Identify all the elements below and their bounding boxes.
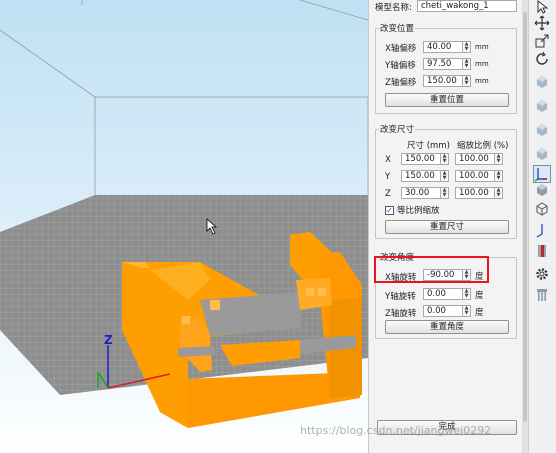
reset-position-button[interactable]: 重置位置 [385,93,509,107]
y-offset-input[interactable]: 97.50 [423,58,463,70]
reset-rotation-button[interactable]: 重置角度 [385,320,509,334]
scale-z-input[interactable]: 100.00 [455,187,495,199]
z-rotation-unit: 度 [475,308,484,318]
wireframe-view-icon[interactable] [532,199,552,219]
scale-x-input[interactable]: 100.00 [455,153,495,165]
viewport-3d[interactable]: Z [0,0,368,453]
size-x-spinner[interactable]: ▲ ▼ [440,153,449,165]
scale-y-spinner[interactable]: ▲ ▼ [494,170,503,182]
z-offset-input[interactable]: 150.00 [423,75,463,87]
position-title: 改变位置 [379,22,416,34]
scale-x-spinner[interactable]: ▲ ▼ [494,153,503,165]
size-y-spinner[interactable]: ▲ ▼ [440,170,449,182]
uniform-scale-checkbox[interactable]: ✓ [385,205,394,215]
move-icon[interactable] [532,13,552,33]
model-name-label: 模型名称: [375,3,412,13]
highlight-annotation [374,256,489,283]
model-name-row: 模型名称: [375,1,412,13]
y-rotation-label: Y轴旋转 [385,292,416,302]
z-rotation-spinner[interactable]: ▲ ▼ [462,305,471,317]
scale-y-input[interactable]: 100.00 [455,170,495,182]
cube-view-icon[interactable] [532,96,552,116]
x-offset-spinner[interactable]: ▲ ▼ [462,41,471,53]
properties-panel: 模型名称: cheti_wakong_1 改变位置 X轴偏移 40.00 ▲ ▼ … [368,0,522,453]
y-offset-unit: mm [475,60,489,68]
cube-view-icon[interactable] [532,120,552,140]
axis-line-icon[interactable] [532,220,552,240]
reset-size-button[interactable]: 重置尺寸 [385,220,509,234]
z-offset-label: Z轴偏移 [385,78,417,88]
uniform-scale-label: 等比例缩放 [397,206,440,216]
axis-z-label: Z [104,333,113,347]
x-offset-input[interactable]: 40.00 [423,41,463,53]
support-icon[interactable] [532,285,552,305]
size-column-header: 尺寸 (mm) [407,141,450,151]
z-rotation-label: Z轴旋转 [385,309,417,319]
size-x-input[interactable]: 150.00 [401,153,441,165]
scale-column-header: 缩放比例 (%) [457,141,509,151]
scale-z-spinner[interactable]: ▲ ▼ [494,187,503,199]
y-rotation-spinner[interactable]: ▲ ▼ [462,288,471,300]
cube-view-icon[interactable] [532,72,552,92]
size-z-input[interactable]: 30.00 [401,187,441,199]
size-z-spinner[interactable]: ▲ ▼ [440,187,449,199]
size-z-axis-label: Z [385,189,391,199]
size-y-axis-label: Y [385,172,391,182]
z-offset-unit: mm [475,77,489,85]
scrollbar-thumb[interactable] [523,12,527,422]
y-offset-label: Y轴偏移 [385,61,416,71]
size-y-input[interactable]: 150.00 [401,170,441,182]
y-rotation-input[interactable]: 0.00 [423,288,463,300]
solid-view-icon[interactable] [532,180,552,200]
uniform-scale-row[interactable]: ✓ 等比例缩放 [385,204,440,216]
right-toolbar [528,0,556,453]
size-title: 改变尺寸 [379,123,416,135]
z-rotation-input[interactable]: 0.00 [423,305,463,317]
cube-view-icon[interactable] [532,144,552,164]
y-offset-spinner[interactable]: ▲ ▼ [462,58,471,70]
scene: Z [0,0,368,453]
cut-icon[interactable] [532,241,552,261]
rotate-icon[interactable] [532,49,552,69]
x-offset-label: X轴偏移 [385,44,417,54]
x-offset-unit: mm [475,43,489,51]
size-x-axis-label: X [385,155,391,165]
z-offset-spinner[interactable]: ▲ ▼ [462,75,471,87]
y-rotation-unit: 度 [475,291,484,301]
scale-icon[interactable] [532,31,552,51]
gear-icon[interactable] [532,264,552,284]
watermark-text: https://blog.csdn.net/jiangwei0292 [300,424,492,437]
model-name-field[interactable]: cheti_wakong_1 [417,0,517,12]
